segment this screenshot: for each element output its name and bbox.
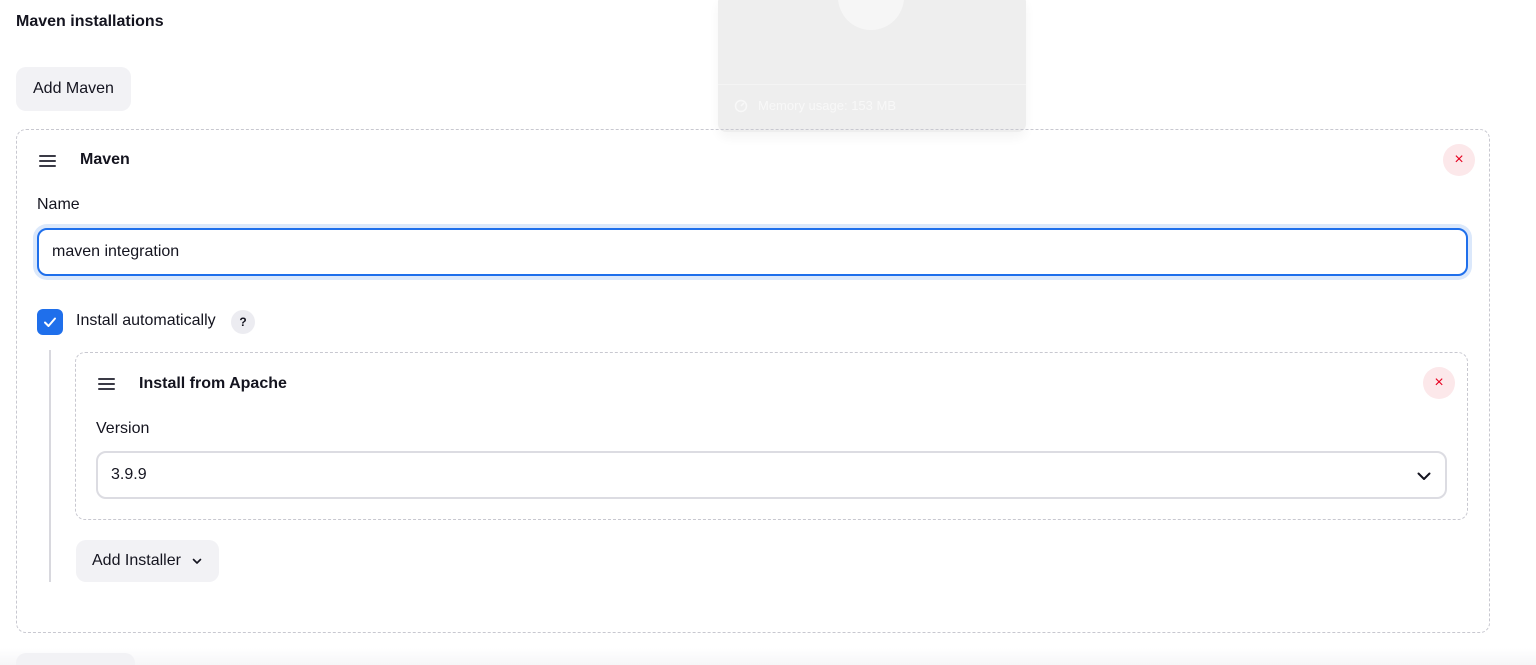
- installer-drag-handle-icon[interactable]: [98, 378, 115, 390]
- checkmark-icon: [44, 317, 56, 327]
- chevron-down-icon: [1417, 472, 1431, 480]
- help-icon[interactable]: ?: [231, 310, 255, 334]
- version-label: Version: [96, 420, 150, 437]
- add-installer-button[interactable]: Add Installer: [76, 540, 219, 582]
- chevron-down-icon: [192, 558, 202, 564]
- install-automatically-checkbox[interactable]: [37, 309, 63, 335]
- close-icon: ×: [1434, 374, 1444, 391]
- add-maven-button[interactable]: Add Maven: [16, 67, 131, 111]
- memory-usage-text: Memory usage: 153 MB: [758, 98, 897, 113]
- memory-icon: [734, 99, 748, 112]
- nested-indent-line: [49, 350, 51, 582]
- drag-handle-icon[interactable]: [39, 155, 56, 167]
- remove-maven-button[interactable]: ×: [1443, 144, 1475, 176]
- section-title: Maven installations: [16, 13, 164, 30]
- memory-usage-overlay: Memory usage: 153 MB: [718, 0, 1026, 132]
- version-select[interactable]: 3.9.9: [96, 451, 1447, 499]
- maven-card-title: Maven: [80, 151, 130, 168]
- add-installer-label: Add Installer: [92, 552, 181, 569]
- partial-bottom-button[interactable]: [16, 653, 135, 665]
- name-input[interactable]: [37, 228, 1468, 276]
- tool-configuration-page: Maven installations Add Maven Memory usa…: [0, 0, 1536, 665]
- bottom-bar-fade: [0, 648, 1536, 665]
- version-selected-value: 3.9.9: [111, 466, 147, 483]
- memory-usage-row: Memory usage: 153 MB: [734, 98, 896, 113]
- install-automatically-label: Install automatically: [76, 312, 216, 329]
- remove-installer-button[interactable]: ×: [1423, 367, 1455, 399]
- overlay-divider: [718, 84, 1026, 85]
- name-label: Name: [37, 196, 80, 213]
- overlay-logo: [838, 0, 904, 30]
- installer-card-title: Install from Apache: [139, 375, 287, 392]
- close-icon: ×: [1454, 151, 1464, 168]
